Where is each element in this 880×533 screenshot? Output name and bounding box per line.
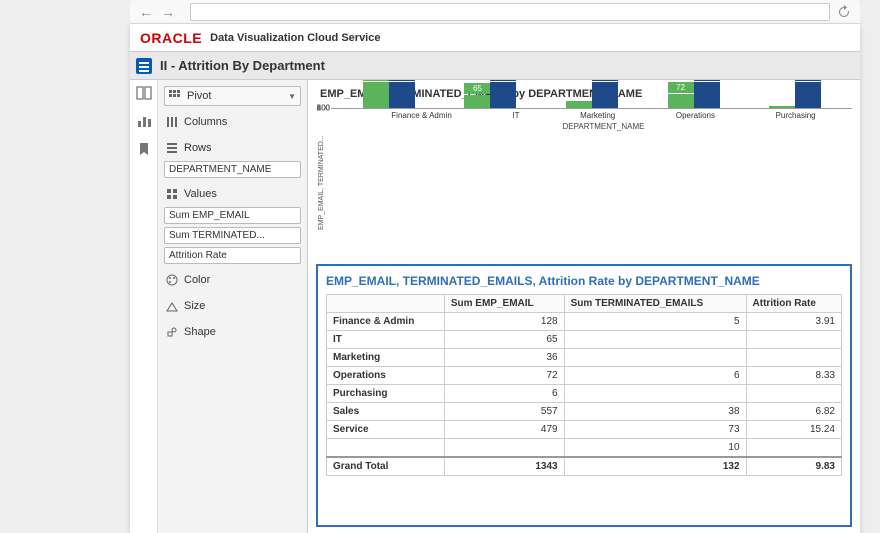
table-row: Purchasing6 bbox=[327, 385, 842, 403]
config-panel: Pivot ▼ Columns Rows DEPARTMENT_NAME bbox=[158, 80, 308, 533]
palette-icon bbox=[166, 274, 178, 286]
pivot-table-title: EMP_EMAIL, TERMINATED_EMAILS, Attrition … bbox=[326, 274, 842, 288]
columns-icon bbox=[166, 116, 178, 128]
pivot-table-card: EMP_EMAIL, TERMINATED_EMAILS, Attrition … bbox=[316, 264, 852, 527]
bar-emp-email[interactable] bbox=[566, 101, 592, 108]
bar-terminated[interactable]: 132 bbox=[389, 82, 415, 108]
browser-chrome: ← → bbox=[130, 0, 860, 24]
x-tick-label: Purchasing bbox=[776, 111, 816, 120]
chevron-down-icon: ▼ bbox=[288, 92, 296, 101]
bar-group: 132 bbox=[763, 82, 827, 108]
table-row: IT65 bbox=[327, 331, 842, 349]
address-bar[interactable] bbox=[190, 3, 830, 21]
bar-terminated[interactable]: 132 bbox=[490, 82, 516, 108]
y-axis-label: EMP_EMAIL, TERMINATED... bbox=[316, 108, 327, 258]
values-pill-terminated[interactable]: Sum TERMINATED... bbox=[164, 227, 301, 244]
brand-bar: ORACLE Data Visualization Cloud Service bbox=[130, 24, 860, 52]
bar-group: 65132 bbox=[458, 82, 522, 108]
x-axis-label: DEPARTMENT_NAME bbox=[355, 120, 852, 131]
x-tick-label: Finance & Admin bbox=[391, 111, 451, 120]
bar-chart: EMP_EMAIL, TERMINATED... 010020030040050… bbox=[316, 108, 852, 258]
product-name: Data Visualization Cloud Service bbox=[210, 32, 380, 44]
table-row: Service4797315.24 bbox=[327, 421, 842, 439]
bar-terminated[interactable]: 132 bbox=[694, 82, 720, 108]
bar-terminated[interactable]: 132 bbox=[592, 82, 618, 108]
viz-type-label: Pivot bbox=[187, 90, 211, 102]
bar-emp-email[interactable]: 72 bbox=[668, 94, 694, 108]
values-section[interactable]: Values bbox=[164, 184, 301, 204]
bar-group: 72132 bbox=[662, 82, 726, 108]
canvas: EMP_EMAIL, TERMINATED_EMAILS by DEPARTME… bbox=[308, 80, 860, 533]
shape-section[interactable]: Shape bbox=[164, 322, 301, 342]
table-row: 10 bbox=[327, 439, 842, 458]
table-header: Sum EMP_EMAIL bbox=[444, 295, 564, 313]
datasource-icon bbox=[136, 58, 152, 74]
bar-chart-icon[interactable] bbox=[136, 114, 152, 128]
rows-section[interactable]: Rows bbox=[164, 138, 301, 158]
refresh-icon[interactable] bbox=[836, 4, 852, 20]
table-row: Finance & Admin12853.91 bbox=[327, 313, 842, 331]
table-row: Marketing36 bbox=[327, 349, 842, 367]
page-title: II - Attrition By Department bbox=[160, 58, 325, 73]
bar-emp-email[interactable]: 65 bbox=[464, 95, 490, 108]
size-icon bbox=[166, 300, 178, 312]
values-icon bbox=[166, 188, 178, 200]
columns-section[interactable]: Columns bbox=[164, 112, 301, 132]
bookmark-icon[interactable] bbox=[136, 142, 152, 156]
x-tick-label: IT bbox=[512, 111, 519, 120]
bar-group: 128132 bbox=[357, 82, 421, 108]
rows-icon bbox=[166, 142, 178, 154]
table-header bbox=[327, 295, 445, 313]
nav-back-icon[interactable]: ← bbox=[138, 4, 154, 20]
bar-group: 132 bbox=[560, 82, 624, 108]
y-tick: 600 bbox=[308, 104, 330, 113]
title-bar: II - Attrition By Department bbox=[130, 52, 860, 80]
size-section[interactable]: Size bbox=[164, 296, 301, 316]
bar-emp-email[interactable]: 128 bbox=[363, 82, 389, 108]
pivot-icon bbox=[169, 90, 181, 102]
left-rail bbox=[130, 80, 158, 533]
table-row: Operations7268.33 bbox=[327, 367, 842, 385]
nav-forward-icon[interactable]: → bbox=[160, 4, 176, 20]
shape-icon bbox=[166, 326, 178, 338]
bar-terminated[interactable]: 132 bbox=[795, 82, 821, 108]
bar-emp-email[interactable] bbox=[769, 106, 795, 108]
color-section[interactable]: Color bbox=[164, 270, 301, 290]
x-tick-label: Operations bbox=[676, 111, 715, 120]
pivot-table: Sum EMP_EMAILSum TERMINATED_EMAILSAttrit… bbox=[326, 294, 842, 476]
rows-pill-department[interactable]: DEPARTMENT_NAME bbox=[164, 161, 301, 178]
oracle-logo: ORACLE bbox=[140, 30, 202, 46]
values-pill-emp-email[interactable]: Sum EMP_EMAIL bbox=[164, 207, 301, 224]
viz-type-selector[interactable]: Pivot ▼ bbox=[164, 86, 301, 106]
values-pill-attrition[interactable]: Attrition Rate bbox=[164, 247, 301, 264]
table-row: Sales557386.82 bbox=[327, 403, 842, 421]
table-total-row: Grand Total13431329.83 bbox=[327, 457, 842, 476]
table-header: Sum TERMINATED_EMAILS bbox=[564, 295, 746, 313]
table-header: Attrition Rate bbox=[746, 295, 841, 313]
book-icon[interactable] bbox=[136, 86, 152, 100]
x-tick-label: Marketing bbox=[580, 111, 615, 120]
